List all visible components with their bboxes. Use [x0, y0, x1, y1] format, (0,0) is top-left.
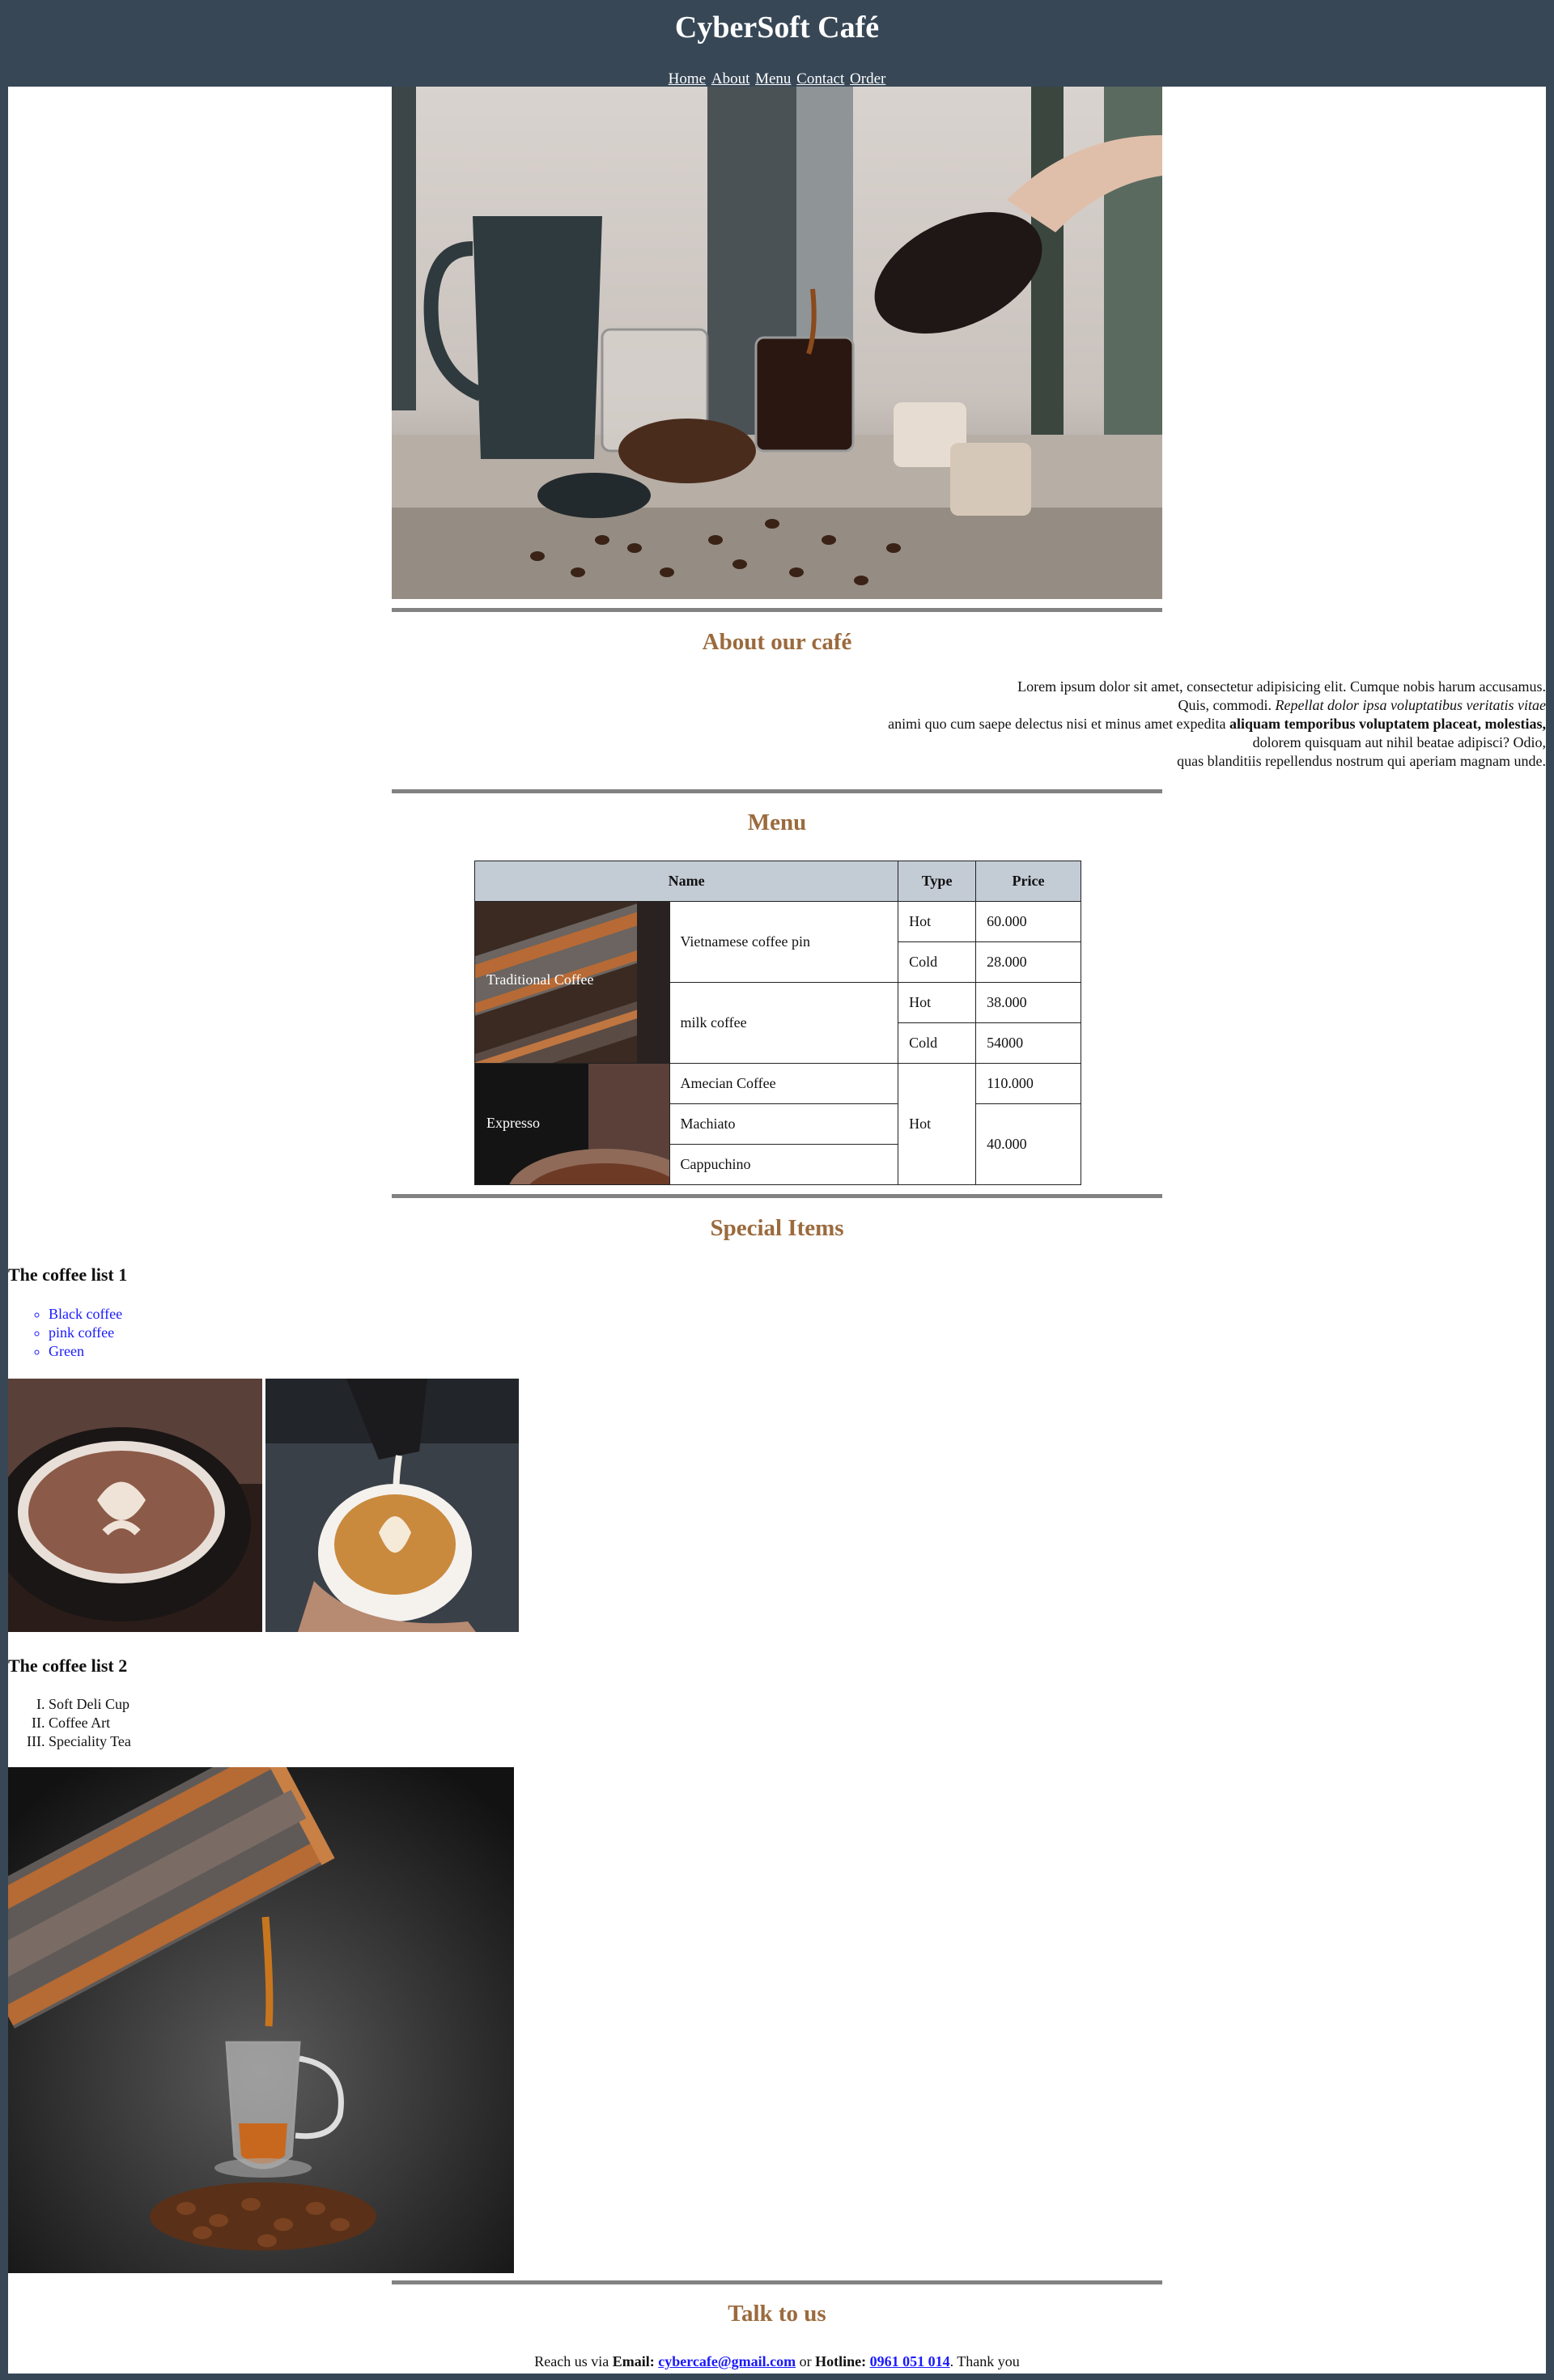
contact-title: Talk to us	[728, 2301, 826, 2327]
coffee-list-1: Black coffee pink coffee Green	[8, 1305, 122, 1361]
list-item: Coffee Art	[49, 1714, 131, 1732]
menu-title: Menu	[747, 810, 807, 835]
nav-menu[interactable]: Menu	[755, 70, 791, 87]
category-label: Expresso	[486, 1115, 540, 1131]
latte-pour-photo	[265, 1379, 519, 1632]
list-item: Black coffee	[49, 1305, 122, 1324]
hero-image	[392, 87, 1162, 599]
table-row: Traditional Coffee Vietnamese coffee pin…	[474, 901, 1081, 1064]
item-name: Machiato	[669, 1103, 899, 1145]
nav-home[interactable]: Home	[669, 70, 706, 87]
hotline-label: Hotline:	[815, 2353, 867, 2369]
item-price: 40.000	[975, 1103, 1081, 1185]
category-label: Traditional Coffee	[486, 971, 594, 988]
french-press-pour-image	[8, 1767, 514, 2273]
list-item: Speciality Tea	[49, 1732, 131, 1751]
hotline-link[interactable]: 0961 051 014	[870, 2353, 950, 2369]
contact-text: Reach us via Email: cybercafe@gmail.com …	[8, 2353, 1546, 2370]
coffee-list-1-title: The coffee list 1	[8, 1264, 128, 1285]
special-title: Special Items	[710, 1215, 844, 1241]
about-title: About our café	[702, 629, 852, 655]
about-line: animi quo cum saepe delectus nisi et min…	[888, 716, 1229, 732]
latte-art-photo	[8, 1379, 262, 1632]
email-label: Email:	[612, 2353, 655, 2369]
divider	[392, 789, 1162, 793]
about-line-italic: Repellat dolor ipsa voluptatibus veritat…	[1275, 697, 1546, 713]
item-type: Hot	[898, 982, 977, 1023]
main-nav: Home About Menu Contact Order	[0, 71, 1554, 87]
page-content: About our café Lorem ipsum dolor sit ame…	[8, 87, 1546, 2374]
site-header: CyberSoft Café Home About Menu Contact O…	[0, 0, 1554, 87]
list-item: Soft Deli Cup	[49, 1695, 131, 1714]
item-name: Vietnamese coffee pin	[669, 901, 899, 983]
site-title: CyberSoft Café	[674, 11, 880, 45]
item-price: 110.000	[975, 1063, 1081, 1104]
menu-table: Name Type Price Traditional Coffee Vietn…	[473, 861, 1081, 1185]
divider	[392, 608, 1162, 612]
about-line: dolorem quisquam aut nihil beatae adipis…	[1252, 734, 1546, 750]
contact-suffix: . Thank you	[949, 2353, 1020, 2369]
category-cell-expresso: Expresso	[474, 1063, 670, 1185]
latte-pour-image	[265, 1379, 519, 1632]
column-header-name: Name	[473, 861, 899, 902]
list-item: pink coffee	[49, 1324, 122, 1342]
contact-prefix: Reach us via	[534, 2353, 613, 2369]
list-item: Green	[49, 1342, 122, 1361]
item-price: 28.000	[975, 941, 1081, 983]
table-row: Expresso Amecian Coffee Hot 110.000	[474, 1063, 1081, 1185]
coffee-list-2-title: The coffee list 2	[8, 1655, 128, 1676]
about-line-bold: aliquam temporibus voluptatem placeat, m…	[1229, 716, 1546, 732]
column-header-type: Type	[898, 861, 977, 902]
category-cell-traditional: Traditional Coffee	[474, 901, 670, 1064]
column-header-price: Price	[975, 861, 1081, 902]
coffee-pour-photo	[392, 87, 1162, 599]
item-type: Cold	[898, 941, 977, 983]
about-line: Quis, commodi.	[1178, 697, 1276, 713]
item-price: 54000	[975, 1022, 1081, 1064]
about-text: Lorem ipsum dolor sit amet, consectetur …	[737, 678, 1546, 771]
email-link[interactable]: cybercafe@gmail.com	[658, 2353, 796, 2369]
about-line: quas blanditiis repellendus nostrum qui …	[1177, 753, 1546, 769]
nav-order[interactable]: Order	[850, 70, 885, 87]
item-type: Hot	[898, 1063, 977, 1185]
item-name: Amecian Coffee	[669, 1063, 899, 1104]
item-price: 38.000	[975, 982, 1081, 1023]
nav-contact[interactable]: Contact	[796, 70, 844, 87]
french-press-pour-photo	[8, 1767, 514, 2273]
divider	[392, 1194, 1162, 1198]
item-type: Hot	[898, 901, 977, 942]
item-price: 60.000	[975, 901, 1081, 942]
contact-middle: or	[796, 2353, 816, 2369]
coffee-list-2: Soft Deli Cup Coffee Art Speciality Tea	[8, 1695, 131, 1751]
divider	[392, 2280, 1162, 2284]
about-line: Lorem ipsum dolor sit amet, consectetur …	[1017, 678, 1546, 695]
item-name: milk coffee	[669, 982, 899, 1064]
latte-art-image	[8, 1379, 262, 1632]
item-name: Cappuchino	[669, 1144, 899, 1185]
item-type: Cold	[898, 1022, 977, 1064]
nav-about[interactable]: About	[711, 70, 750, 87]
